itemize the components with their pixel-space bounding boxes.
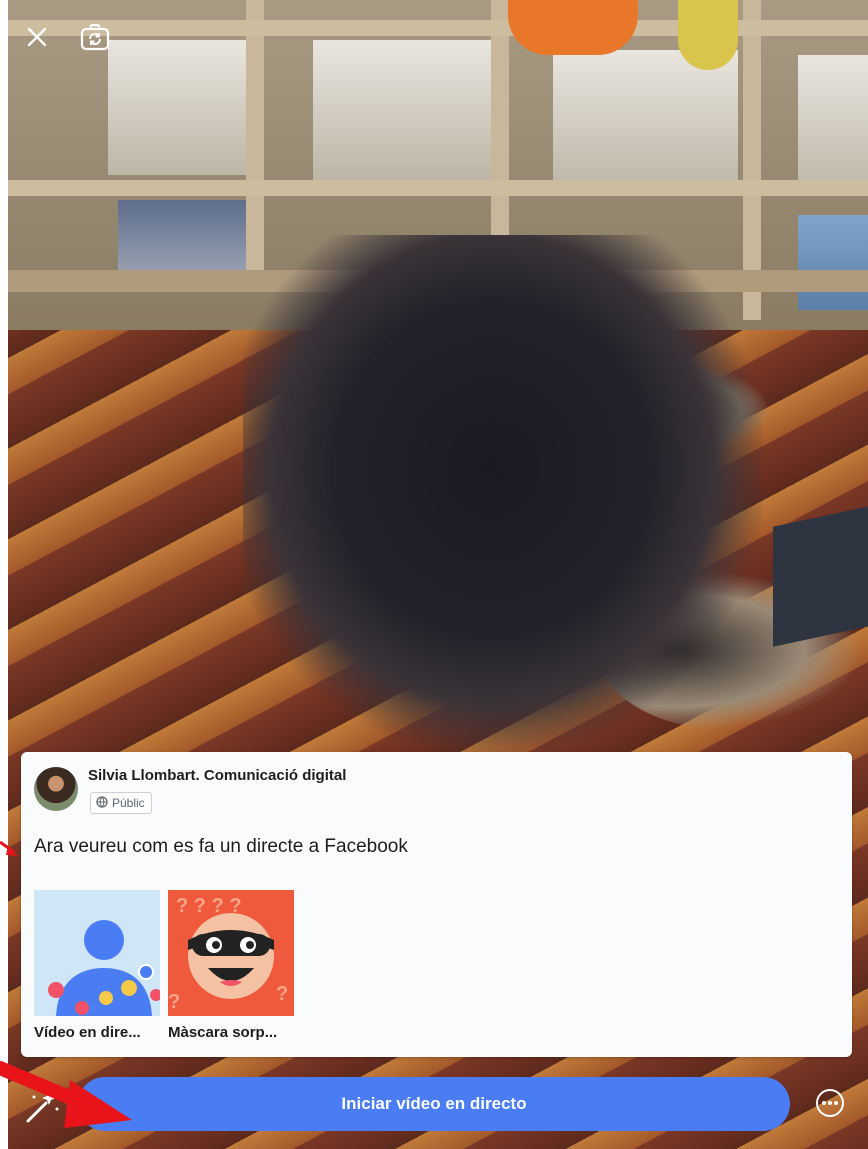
dog — [243, 235, 763, 755]
avatar[interactable] — [34, 767, 78, 811]
flip-camera-icon[interactable] — [80, 22, 110, 52]
privacy-label: Públic — [112, 796, 145, 810]
page-name[interactable]: Silvia Llombart. Comunicació digital — [88, 767, 346, 784]
effect-surprise-mask[interactable]: ? ? ? ? ? ? Màscara sorp... — [168, 890, 294, 1041]
go-live-button[interactable]: Iniciar vídeo en directo — [78, 1077, 790, 1131]
effect-label: Vídeo en dire... — [34, 1024, 141, 1041]
effect-live-reactions[interactable]: Vídeo en dire... — [34, 890, 160, 1041]
globe-icon — [96, 795, 108, 811]
live-reactions-thumbnail — [34, 890, 160, 1016]
close-icon[interactable] — [22, 22, 52, 52]
annotation-arrow — [0, 840, 18, 856]
annotation-arrow — [0, 1061, 132, 1128]
svg-text:?: ? — [168, 991, 180, 1013]
surprise-mask-thumbnail: ? ? ? ? ? ? — [168, 890, 294, 1016]
effect-label: Màscara sorp... — [168, 1024, 278, 1041]
privacy-selector[interactable]: Públic — [90, 792, 152, 814]
live-composer-card: Silvia Llombart. Comunicació digital Púb… — [21, 752, 852, 1057]
svg-text:?: ? — [276, 983, 288, 1005]
more-options-icon[interactable] — [814, 1087, 846, 1119]
post-text-input[interactable]: Ara veureu com es fa un directe a Facebo… — [34, 836, 408, 858]
